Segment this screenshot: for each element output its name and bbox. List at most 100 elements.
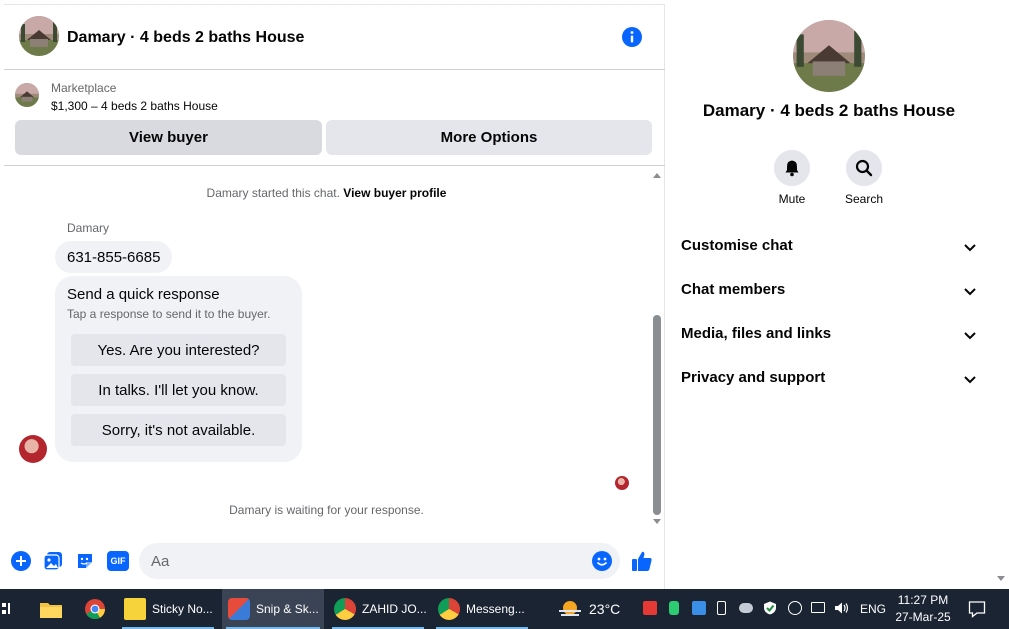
info-panel-title: Damary · 4 beds 2 baths House [702, 101, 956, 120]
quick-response-button[interactable]: Sorry, it's not available. [71, 414, 286, 446]
scroll-up-arrow[interactable] [653, 173, 661, 178]
search-action[interactable]: Search [829, 150, 899, 206]
view-buyer-button[interactable]: View buyer [15, 120, 322, 155]
thumbs-up-icon[interactable] [631, 550, 653, 572]
language-label: ENG [860, 602, 887, 616]
scroll-thumb[interactable] [653, 315, 661, 515]
chat-title[interactable]: Damary · 4 beds 2 baths House [67, 29, 304, 47]
usb-icon[interactable] [717, 601, 726, 615]
task-view-icon[interactable] [2, 601, 12, 617]
chat-started-notice: Damary started this chat. View buyer pro… [4, 186, 649, 200]
taskbar-app-messenger[interactable]: Messeng... [432, 589, 532, 629]
info-icon[interactable] [622, 27, 642, 47]
chevron-down-icon [964, 288, 976, 296]
sender-avatar[interactable] [19, 435, 47, 463]
message-scrollbar[interactable] [649, 167, 665, 537]
chrome-icon[interactable] [84, 598, 106, 620]
page-scroll-down-arrow[interactable] [997, 576, 1005, 581]
quick-response-title: Send a quick response [67, 286, 220, 303]
listing-avatar[interactable] [19, 16, 59, 56]
tray-app-icon[interactable] [692, 601, 706, 615]
onedrive-icon[interactable] [739, 603, 753, 613]
mute-button[interactable] [774, 150, 810, 186]
system-clock[interactable]: 11:27 PM 27-Mar-25 [890, 592, 956, 626]
listing-avatar-large[interactable] [793, 20, 865, 92]
plus-icon[interactable] [11, 551, 31, 571]
section-customise-chat[interactable]: Customise chat [665, 224, 993, 268]
file-explorer-icon[interactable] [39, 599, 63, 619]
taskbar-app-sticky-notes[interactable]: Sticky No... [118, 589, 218, 629]
chevron-down-icon [964, 244, 976, 252]
tray-app-icon[interactable] [643, 601, 657, 615]
tray-app-icon[interactable] [669, 601, 679, 615]
security-shield-icon[interactable] [763, 601, 777, 615]
taskbar-app-label: Messeng... [466, 602, 525, 616]
chat-info-panel: Damary · 4 beds 2 baths House Mute Searc… [665, 4, 993, 589]
taskbar-app-label: Sticky No... [152, 602, 213, 616]
message-bubble: 631-855-6685 [55, 241, 173, 273]
section-label: Media, files and links [681, 325, 832, 342]
chevron-down-icon [964, 332, 976, 340]
section-chat-members[interactable]: Chat members [665, 268, 993, 312]
taskbar-app-label: Snip & Sk... [256, 602, 319, 616]
quick-response-card: Send a quick response Tap a response to … [55, 276, 302, 462]
chat-header: Damary · 4 beds 2 baths House [4, 5, 665, 70]
message-input-placeholder: Aa [151, 553, 170, 570]
volume-icon[interactable] [834, 601, 850, 615]
quick-response-subtitle: Tap a response to send it to the buyer. [67, 307, 271, 321]
taskbar-app-chrome-profile[interactable]: ZAHID JO... [328, 589, 428, 629]
weather-temp: 23°C [589, 601, 621, 617]
listing-summary[interactable]: $1,300 – 4 beds 2 baths House [51, 99, 218, 113]
sticky-notes-icon [124, 598, 146, 620]
marketplace-label: Marketplace [51, 81, 117, 95]
more-options-button[interactable]: More Options [326, 120, 652, 155]
notification-center-icon[interactable] [968, 600, 986, 618]
composer: GIF Aa [4, 537, 665, 585]
chrome-messenger-icon [438, 598, 460, 620]
bell-icon [785, 160, 799, 177]
message-list: Damary started this chat. View buyer pro… [4, 167, 665, 537]
section-label: Privacy and support [681, 369, 826, 386]
message-input[interactable]: Aa [139, 543, 620, 579]
mute-label: Mute [778, 192, 806, 206]
chevron-down-icon [964, 376, 976, 384]
scroll-down-arrow[interactable] [653, 519, 661, 524]
page-scrollbar[interactable] [993, 4, 1009, 589]
message-text: 631-855-6685 [67, 248, 161, 266]
gif-icon[interactable]: GIF [107, 551, 129, 571]
search-button[interactable] [846, 150, 882, 186]
weather-icon [559, 601, 581, 616]
camera-icon[interactable] [788, 601, 802, 615]
quick-response-button[interactable]: Yes. Are you interested? [71, 334, 286, 366]
messenger-window: Damary · 4 beds 2 baths House Marketplac… [0, 0, 1009, 589]
sticker-icon[interactable] [75, 551, 95, 571]
section-label: Customise chat [681, 237, 793, 254]
section-label: Chat members [681, 281, 786, 298]
sender-name: Damary [67, 221, 110, 235]
photo-icon[interactable] [43, 551, 63, 571]
clock-date: 27-Mar-25 [895, 610, 951, 624]
view-buyer-profile-link[interactable]: View buyer profile [343, 186, 446, 200]
chat-started-text: Damary started this chat. [206, 186, 340, 200]
emoji-icon[interactable] [592, 551, 612, 571]
mute-action[interactable]: Mute [757, 150, 827, 206]
language-indicator[interactable]: ENG [860, 589, 886, 629]
taskbar-app-snip-sketch[interactable]: Snip & Sk... [222, 589, 324, 629]
read-receipt-avatar [615, 476, 629, 490]
conversation-pane: Damary · 4 beds 2 baths House Marketplac… [4, 4, 665, 589]
weather-widget[interactable]: 23°C [557, 589, 620, 629]
chrome-profile-icon [334, 598, 356, 620]
section-media-files-links[interactable]: Media, files and links [665, 312, 993, 356]
search-icon [855, 159, 873, 177]
waiting-notice: Damary is waiting for your response. [229, 503, 424, 517]
taskbar-app-label: ZAHID JO... [362, 602, 427, 616]
clock-time: 11:27 PM [897, 593, 949, 607]
marketplace-banner: Marketplace $1,300 – 4 beds 2 baths Hous… [4, 70, 665, 166]
network-icon[interactable] [811, 602, 825, 613]
windows-taskbar: Sticky No... Snip & Sk... ZAHID JO... Me… [0, 589, 1009, 629]
search-label: Search [844, 192, 884, 206]
quick-response-button[interactable]: In talks. I'll let you know. [71, 374, 286, 406]
section-privacy-support[interactable]: Privacy and support [665, 356, 993, 400]
snip-sketch-icon [228, 598, 250, 620]
listing-thumbnail[interactable] [15, 83, 39, 107]
